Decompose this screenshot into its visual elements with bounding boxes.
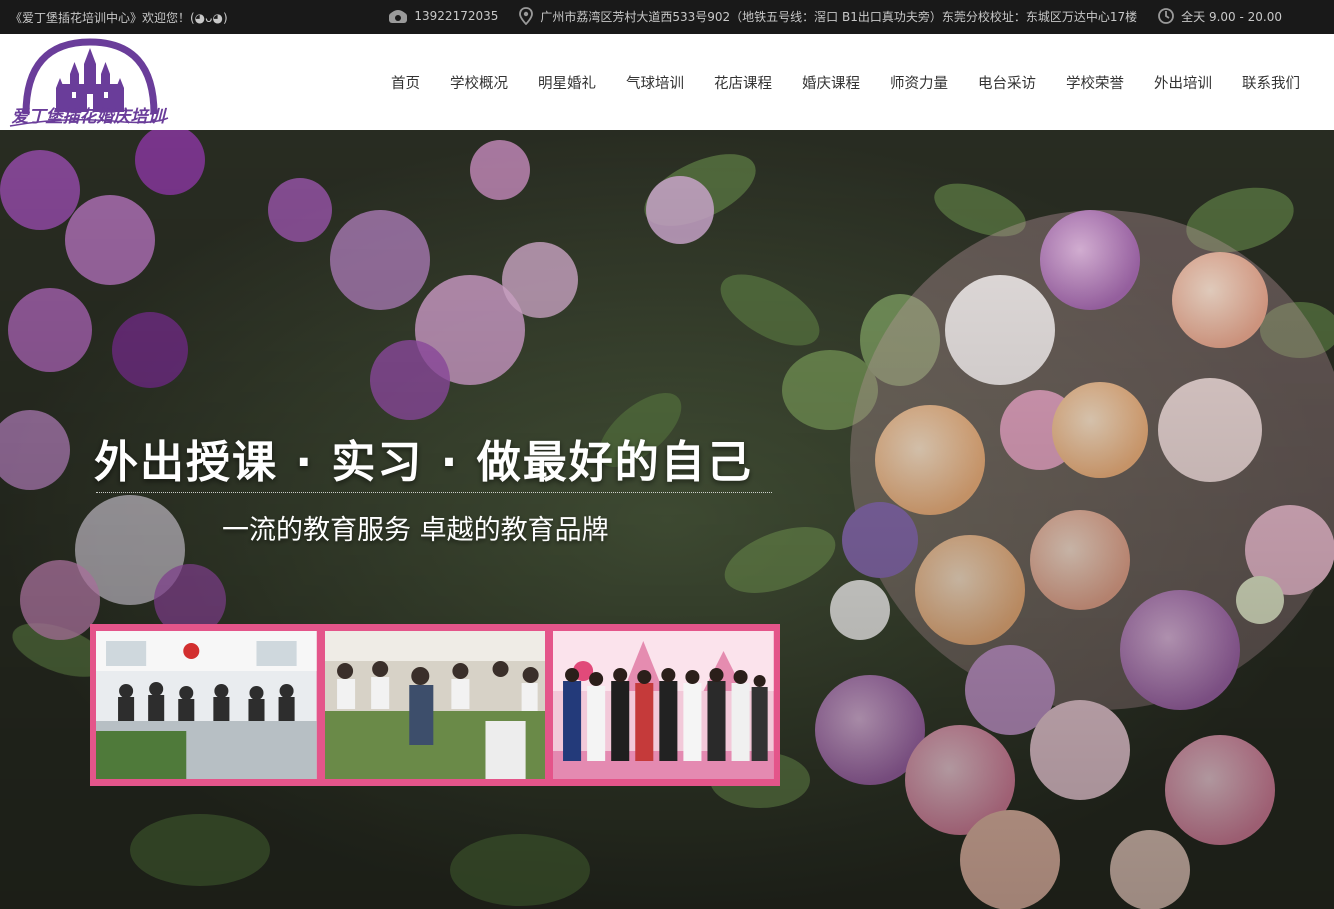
- nav-item-outreach-training[interactable]: 外出培训: [1154, 72, 1212, 93]
- nav-item-faculty[interactable]: 师资力量: [890, 72, 948, 93]
- address-text: 广州市荔湾区芳村大道西533号902（地铁五号线：滘口 B1出口真功夫旁）东莞分…: [540, 9, 1138, 24]
- logo-graphic: 爱丁堡插花婚庆培训: [9, 38, 169, 127]
- phone-number[interactable]: 13922172035: [414, 9, 498, 23]
- nav-item-florist-course[interactable]: 花店课程: [714, 72, 772, 93]
- main-nav: 首页 学校概况 明星婚礼 气球培训 花店课程 婚庆课程 师资力量 电台采访 学校…: [391, 72, 1300, 93]
- training-photo-classroom[interactable]: [96, 631, 317, 779]
- hero-banner[interactable]: 外出授课 · 实习 · 做最好的自己 一流的教育服务 卓越的教育品牌: [0, 130, 1334, 909]
- hero-background-image: [0, 130, 1334, 909]
- training-photo-group[interactable]: [553, 631, 775, 779]
- nav-item-school-overview[interactable]: 学校概况: [450, 72, 508, 93]
- top-bar: 《爱丁堡插花培训中心》欢迎您！(◕ᴗ◕) 13922172035 广州市荔湾区芳…: [0, 0, 1334, 34]
- location-pin-icon: [518, 7, 534, 25]
- hero-divider: [96, 492, 772, 493]
- nav-item-contact-us[interactable]: 联系我们: [1242, 72, 1300, 93]
- site-header: 爱丁堡插花婚庆培训 首页 学校概况 明星婚礼 气球培训 花店课程 婚庆课程 师资…: [0, 34, 1334, 130]
- site-logo[interactable]: 爱丁堡插花婚庆培训: [4, 36, 172, 130]
- nav-item-radio-interview[interactable]: 电台采访: [978, 72, 1036, 93]
- hours-segment: 全天 9.00 - 20.00: [1157, 7, 1282, 25]
- phone-segment: 13922172035: [388, 8, 498, 24]
- hero-title: 外出授课 · 实习 · 做最好的自己: [94, 437, 753, 488]
- nav-item-home[interactable]: 首页: [391, 72, 420, 93]
- welcome-text: 《爱丁堡插花培训中心》欢迎您！(◕ᴗ◕): [10, 11, 228, 25]
- phone-icon: [388, 8, 408, 24]
- nav-item-celebrity-wedding[interactable]: 明星婚礼: [538, 72, 596, 93]
- hours-text: 全天 9.00 - 20.00: [1181, 9, 1282, 24]
- training-photo-strip: [90, 624, 780, 786]
- nav-item-school-honors[interactable]: 学校荣誉: [1066, 72, 1124, 93]
- training-photo-workshop[interactable]: [324, 631, 546, 779]
- logo-text: 爱丁堡插花婚庆培训: [12, 107, 168, 127]
- contact-info: 13922172035 广州市荔湾区芳村大道西533号902（地铁五号线：滘口 …: [388, 7, 1282, 25]
- nav-item-wedding-course[interactable]: 婚庆课程: [802, 72, 860, 93]
- clock-icon: [1157, 7, 1175, 25]
- nav-item-balloon-training[interactable]: 气球培训: [626, 72, 684, 93]
- address-segment: 广州市荔湾区芳村大道西533号902（地铁五号线：滘口 B1出口真功夫旁）东莞分…: [518, 7, 1137, 25]
- hero-subtitle: 一流的教育服务 卓越的教育品牌: [222, 515, 609, 546]
